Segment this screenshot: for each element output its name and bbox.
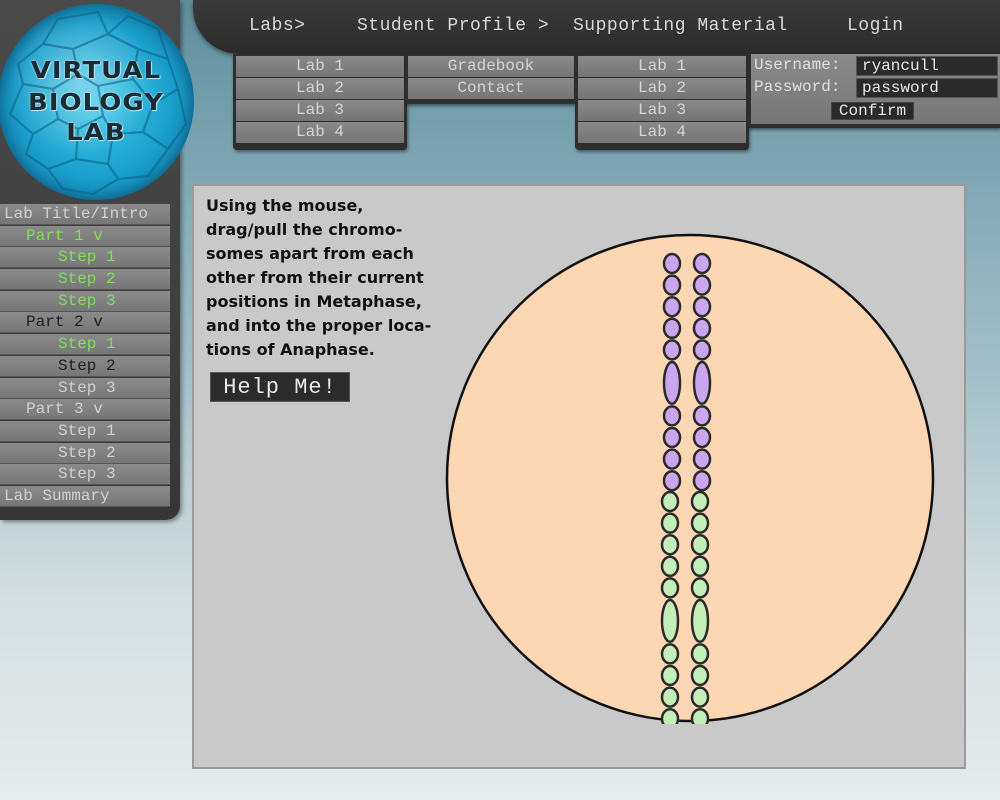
sidebar-lab-menu: Lab Title/Intro Part 1 v Step 1 Step 2 Step … xyxy=(0,204,170,508)
instruction-line: somes apart from each xyxy=(206,244,414,263)
username-field[interactable] xyxy=(856,56,998,76)
confirm-button[interactable]: Confirm xyxy=(831,102,914,120)
logo-text-line-2: BIOLOGY xyxy=(28,89,164,117)
password-row: Password: xyxy=(754,78,998,98)
instruction-line: Using the mouse, xyxy=(206,196,364,215)
logo-text-line-1: VIRTUAL xyxy=(30,57,162,85)
sidebar-item[interactable]: Part 2 v xyxy=(0,312,170,334)
nav-student-profile[interactable]: Student Profile > xyxy=(357,16,549,36)
supporting-menu-item-4[interactable]: Lab 4 xyxy=(578,122,746,143)
supporting-menu-item-3[interactable]: Lab 3 xyxy=(578,100,746,121)
supporting-menu-item-1[interactable]: Lab 1 xyxy=(578,56,746,77)
chromatid-purple-right[interactable] xyxy=(692,252,712,492)
sidebar-item[interactable]: Step 3 xyxy=(0,464,170,486)
instruction-line: other from their current xyxy=(206,268,424,287)
sidebar-item[interactable]: Part 1 v xyxy=(0,225,170,247)
profile-dropdown: Gradebook Contact xyxy=(405,54,577,104)
instruction-line: drag/pull the chromo- xyxy=(206,220,403,239)
sidebar-item[interactable]: Part 3 v xyxy=(0,399,170,421)
chromatid-green-right[interactable] xyxy=(690,490,710,724)
sidebar-item[interactable]: Lab Title/Intro xyxy=(0,204,170,225)
sidebar-item[interactable]: Step 2 xyxy=(0,442,170,464)
cell-membrane xyxy=(445,233,935,723)
login-panel: Username: Password: Confirm xyxy=(748,54,1000,128)
labs-menu-item-2[interactable]: Lab 2 xyxy=(236,78,404,99)
sidebar-item[interactable]: Step 2 xyxy=(0,355,170,377)
sidebar-item[interactable]: Step 1 xyxy=(0,420,170,442)
nav-login[interactable]: Login xyxy=(847,16,904,36)
sidebar-item[interactable]: Step 1 xyxy=(0,247,170,269)
chromatid-purple-left[interactable] xyxy=(662,252,682,492)
labs-menu-item-1[interactable]: Lab 1 xyxy=(236,56,404,77)
lab-content-panel: Using the mouse, drag/pull the chromo- s… xyxy=(192,184,966,769)
sidebar-item[interactable]: Step 3 xyxy=(0,290,170,312)
logo-text-line-3: LAB xyxy=(66,119,126,147)
supporting-dropdown: Lab 1 Lab 2 Lab 3 Lab 4 xyxy=(575,54,749,150)
labs-menu-item-3[interactable]: Lab 3 xyxy=(236,100,404,121)
labs-dropdown: Lab 1 Lab 2 Lab 3 Lab 4 xyxy=(233,54,407,150)
virtual-biology-lab-logo[interactable]: VIRTUAL BIOLOGY LAB xyxy=(0,4,194,200)
nav-labs[interactable]: Labs> xyxy=(249,16,306,36)
profile-menu-gradebook[interactable]: Gradebook xyxy=(408,56,574,77)
supporting-menu-item-2[interactable]: Lab 2 xyxy=(578,78,746,99)
instruction-line: positions in Metaphase, xyxy=(206,292,422,311)
password-field[interactable] xyxy=(856,78,998,98)
username-label: Username: xyxy=(754,56,841,74)
password-label: Password: xyxy=(754,78,841,96)
instruction-text: Using the mouse, drag/pull the chromo- s… xyxy=(206,194,436,362)
sidebar-item[interactable]: Lab Summary xyxy=(0,485,170,507)
labs-menu-item-4[interactable]: Lab 4 xyxy=(236,122,404,143)
chromatid-green-left[interactable] xyxy=(660,490,680,724)
help-me-button[interactable]: Help Me! xyxy=(210,372,350,402)
nav-supporting-material[interactable]: Supporting Material xyxy=(573,16,788,36)
instruction-line: tions of Anaphase. xyxy=(206,340,375,359)
sidebar-item[interactable]: Step 2 xyxy=(0,269,170,291)
cell-workspace xyxy=(445,233,935,724)
username-row: Username: xyxy=(754,56,998,76)
instruction-line: and into the proper loca- xyxy=(206,316,432,335)
profile-menu-contact[interactable]: Contact xyxy=(408,78,574,99)
top-navigation-bar: Labs> Student Profile > Supporting Mater… xyxy=(193,0,1000,54)
sidebar-item[interactable]: Step 3 xyxy=(0,377,170,399)
sidebar-item[interactable]: Step 1 xyxy=(0,334,170,356)
